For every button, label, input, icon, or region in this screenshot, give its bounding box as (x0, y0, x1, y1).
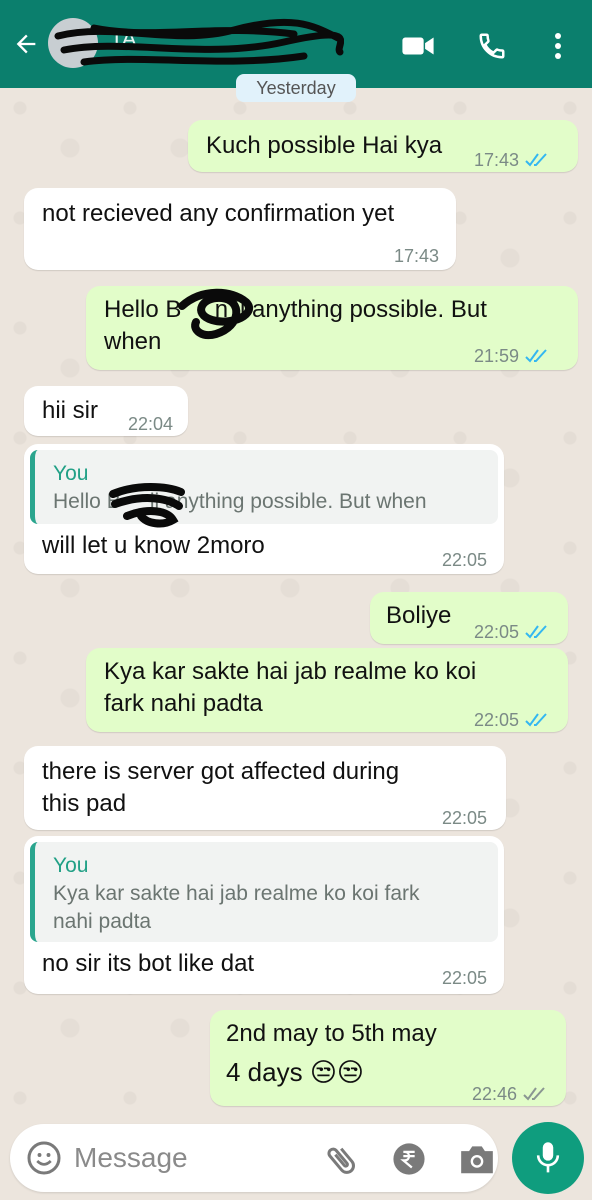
message-time: 21:59 (474, 346, 520, 366)
message-time: 22:04 (128, 414, 174, 434)
message-text-line: when (104, 328, 162, 355)
message-input[interactable] (74, 1138, 304, 1178)
back-arrow-icon[interactable] (8, 26, 44, 62)
message-text-line: fark nahi padta (104, 690, 263, 717)
phone-icon[interactable] (474, 28, 510, 64)
date-chip: Yesterday (236, 74, 356, 102)
message-text-line: this pad (42, 790, 127, 817)
quoted-message[interactable]: You Kya kar sakte hai jab realme ko koi … (30, 842, 498, 942)
message-text: not recieved any confirmation yet (42, 200, 395, 227)
read-ticks-icon (525, 713, 547, 727)
message-bubble-outgoing[interactable]: Hello B n ji anything possible. But when… (86, 286, 578, 370)
message-bubble-outgoing[interactable]: Kya kar sakte hai jab realme ko koi fark… (86, 648, 568, 732)
message-text: hii sir (42, 397, 99, 424)
message-meta: 22:05 (474, 704, 551, 736)
message-bubble-incoming[interactable]: not recieved any confirmation yet 17:43 (24, 188, 456, 270)
mic-button[interactable] (512, 1122, 584, 1194)
delivered-ticks-icon (523, 1087, 545, 1101)
message-bubble-outgoing[interactable]: Kuch possible Hai kya 17:43 (188, 120, 578, 172)
message-bubble-incoming[interactable]: there is server got affected during this… (24, 746, 506, 830)
quoted-message[interactable]: You Hello B ji anything possible. But wh… (30, 450, 498, 528)
mic-icon (536, 1142, 560, 1173)
redaction-scribble (109, 483, 185, 528)
message-text-line: 4 days 😒😒 (226, 1057, 365, 1087)
message-time: 22:05 (474, 622, 520, 642)
message-bubble-incoming[interactable]: hii sir 22:04 (24, 386, 188, 436)
message-text: Boliye (386, 602, 452, 629)
quote-author: You (53, 462, 89, 485)
redaction-scribble (54, 18, 344, 66)
read-ticks-icon (525, 153, 547, 167)
message-text: will let u know 2moro (42, 532, 265, 559)
quote-author: You (53, 854, 89, 877)
read-ticks-icon (525, 625, 547, 639)
message-time: 22:05 (474, 710, 520, 730)
message-composer (10, 1124, 498, 1192)
message-text-line: Hello B n ji anything possible. But (104, 296, 487, 323)
emoji-icon[interactable] (26, 1140, 62, 1176)
quote-text-line: nahi padta (53, 910, 152, 933)
message-bubble-incoming-reply[interactable]: You Hello B ji anything possible. But wh… (24, 444, 504, 574)
read-ticks-icon (525, 349, 547, 363)
message-time: 22:05 (442, 968, 488, 988)
message-meta: 17:43 (474, 144, 551, 176)
redaction-scribble (178, 288, 253, 339)
message-text-line: 2nd may to 5th may (226, 1020, 437, 1047)
message-bubble-outgoing[interactable]: Boliye 22:05 (370, 592, 568, 644)
video-call-icon[interactable] (400, 28, 436, 64)
quote-text-line: Kya kar sakte hai jab realme ko koi fark (53, 882, 420, 905)
message-time: 22:05 (442, 808, 488, 828)
rupee-payment-icon[interactable] (392, 1142, 426, 1176)
message-time: 22:05 (442, 550, 488, 570)
chat-area[interactable]: Yesterday Kuch possible Hai kya 17:43 no… (0, 74, 592, 1118)
attach-icon[interactable] (322, 1140, 362, 1180)
message-text: no sir its bot like dat (42, 950, 255, 977)
message-meta: 22:05 (474, 616, 551, 648)
message-meta: 21:59 (474, 340, 551, 372)
message-meta: 22:46 (472, 1078, 549, 1110)
message-time: 22:46 (472, 1084, 518, 1104)
message-time: 17:43 (474, 150, 520, 170)
message-bubble-outgoing[interactable]: 2nd may to 5th may 4 days 😒😒 22:46 (210, 1010, 566, 1106)
message-text-line: there is server got affected during (42, 758, 400, 785)
message-bubble-incoming-reply[interactable]: You Kya kar sakte hai jab realme ko koi … (24, 836, 504, 994)
more-vert-icon[interactable] (540, 28, 576, 64)
message-text: Kuch possible Hai kya (206, 132, 443, 159)
message-text-line: Kya kar sakte hai jab realme ko koi (104, 658, 477, 685)
camera-icon[interactable] (458, 1142, 496, 1176)
message-time: 17:43 (394, 246, 440, 266)
